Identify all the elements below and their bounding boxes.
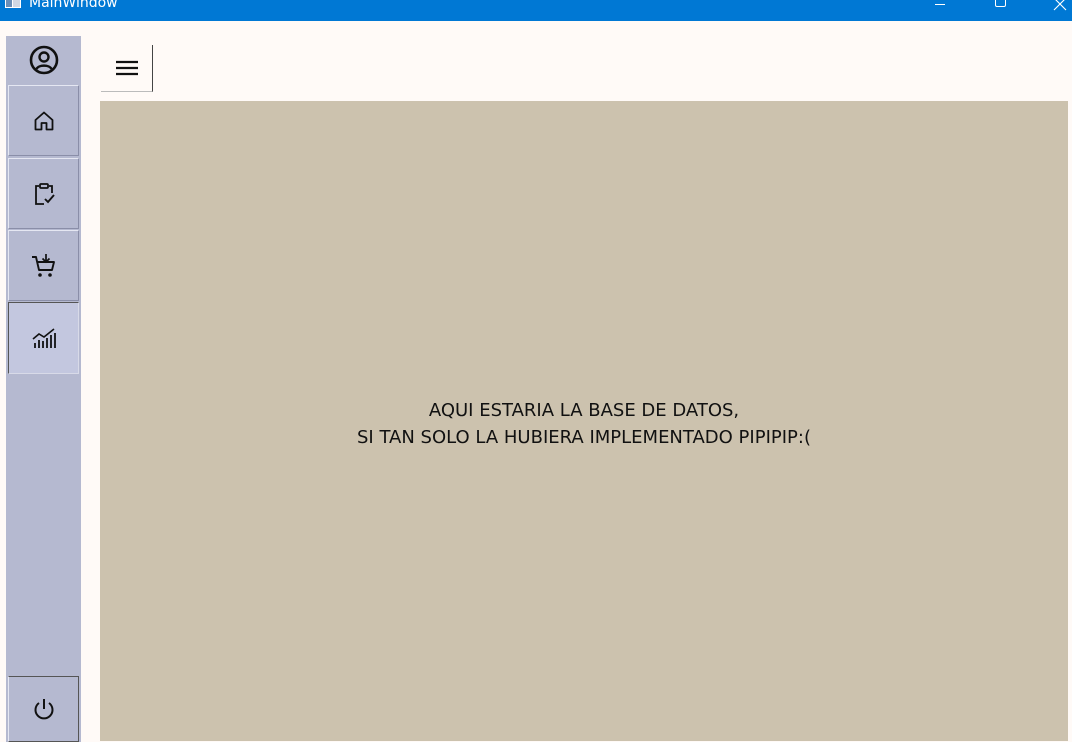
cart-nav-button[interactable] [8,230,79,301]
content-panel: AQUI ESTARIA LA BASE DE DATOS, SI TAN SO… [100,101,1068,741]
power-icon [31,696,57,722]
minimize-button[interactable] [917,0,963,21]
app-icon [5,0,21,8]
clipboard-check-icon [31,181,57,207]
message-line-1: AQUI ESTARIA LA BASE DE DATOS, [428,400,740,421]
close-button[interactable] [1036,0,1072,21]
maximize-button[interactable] [977,0,1023,21]
hamburger-menu-button[interactable] [101,45,153,92]
statistics-nav-button[interactable] [8,302,79,374]
title-bar: MainWindow [0,0,1072,21]
sidebar [6,36,81,742]
power-button[interactable] [8,676,79,742]
user-profile-button[interactable] [6,36,81,84]
chart-trend-icon [30,324,58,352]
maximize-icon [995,0,1006,7]
placeholder-message: AQUI ESTARIA LA BASE DE DATOS, SI TAN SO… [100,397,1068,451]
close-icon [1053,0,1067,11]
message-line-2: SI TAN SOLO LA HUBIERA IMPLEMENTADO PIPI… [356,427,811,448]
cart-add-icon [30,252,58,280]
user-circle-icon [28,44,60,76]
orders-nav-button[interactable] [8,158,79,229]
window-title: MainWindow [29,0,118,11]
home-nav-button[interactable] [8,85,79,156]
hamburger-icon [114,58,140,78]
home-icon [32,109,56,133]
